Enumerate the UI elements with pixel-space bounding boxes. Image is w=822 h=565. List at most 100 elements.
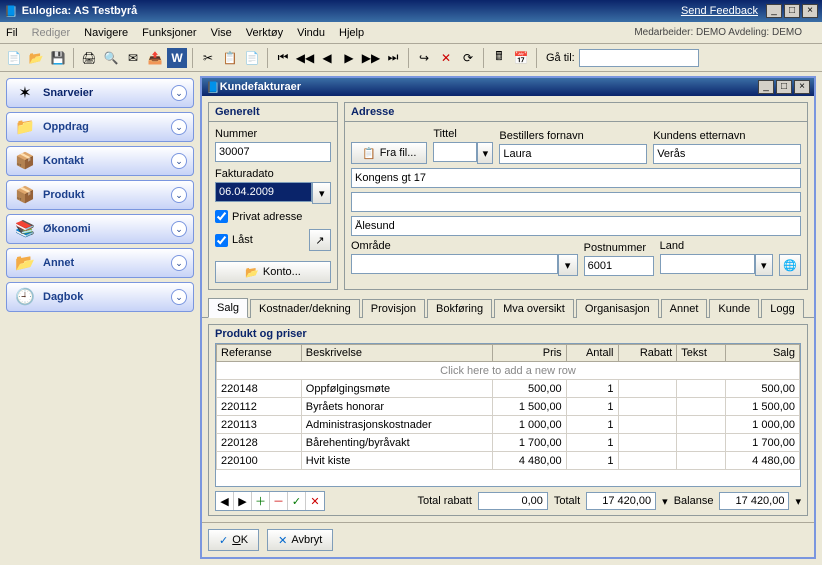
action1-icon[interactable]: ↪ <box>414 48 434 68</box>
word-icon[interactable]: W <box>167 48 187 68</box>
tab-logg[interactable]: Logg <box>761 299 803 318</box>
tab-organisasjon[interactable]: Organisasjon <box>576 299 659 318</box>
tittel-input[interactable] <box>433 142 477 162</box>
sidebar-item-oppdrag[interactable]: 📁Oppdrag⌄ <box>6 112 194 142</box>
last-checkbox[interactable] <box>215 234 228 247</box>
nummer-input[interactable] <box>215 142 331 162</box>
table-row[interactable]: 220128Bårehenting/byråvakt1 700,0011 700… <box>217 434 800 452</box>
tab-kunde[interactable]: Kunde <box>709 299 759 318</box>
sidebar-item-annet[interactable]: 📂Annet⌄ <box>6 248 194 278</box>
nav-prevpage-icon[interactable]: ◀◀ <box>295 48 315 68</box>
copy-icon[interactable]: 📋 <box>220 48 240 68</box>
tab-bokforing[interactable]: Bokføring <box>427 299 492 318</box>
close-button[interactable]: × <box>802 4 818 18</box>
col-salg[interactable]: Salg <box>726 345 800 362</box>
table-row[interactable]: 220112Byråets honorar1 500,0011 500,00 <box>217 398 800 416</box>
address-line1-input[interactable] <box>351 168 801 188</box>
send-feedback-link[interactable]: Send Feedback <box>681 5 758 17</box>
export-icon[interactable]: 📤 <box>145 48 165 68</box>
add-row[interactable]: Click here to add a new row <box>217 362 800 380</box>
menu-hjelp[interactable]: Hjelp <box>339 27 364 39</box>
calendar-icon[interactable]: 📅 <box>511 48 531 68</box>
table-row[interactable]: 220113Administrasjonskostnader1 000,0011… <box>217 416 800 434</box>
chevron-down-icon[interactable]: ⌄ <box>171 187 187 203</box>
table-row[interactable]: 220148Oppfølgingsmøte500,001500,00 <box>217 380 800 398</box>
maximize-button[interactable]: □ <box>784 4 800 18</box>
tab-salg[interactable]: Salg <box>208 298 248 318</box>
nav-prev-icon[interactable]: ◀ <box>317 48 337 68</box>
table-row[interactable]: 220100Hvit kiste4 480,0014 480,00 <box>217 452 800 470</box>
open-icon[interactable]: 📂 <box>26 48 46 68</box>
menu-vise[interactable]: Vise <box>211 27 232 39</box>
city-input[interactable] <box>351 216 801 236</box>
sidebar-item-okonomi[interactable]: 📚Økonomi⌄ <box>6 214 194 244</box>
chevron-down-icon[interactable]: ⌄ <box>171 85 187 101</box>
avbryt-button[interactable]: ✕Avbryt <box>267 529 333 551</box>
globe-icon[interactable]: 🌐 <box>779 254 801 276</box>
refresh-icon[interactable]: ⟳ <box>458 48 478 68</box>
col-antall[interactable]: Antall <box>566 345 618 362</box>
nav-last-icon[interactable]: ⏭ <box>383 48 403 68</box>
calc-icon[interactable]: 🖩 <box>489 48 509 68</box>
tab-annet[interactable]: Annet <box>661 299 708 318</box>
delete-icon[interactable]: ✕ <box>436 48 456 68</box>
menu-fil[interactable]: Fil <box>6 27 18 39</box>
chevron-down-icon[interactable]: ⌄ <box>171 221 187 237</box>
goto-input[interactable] <box>579 49 699 67</box>
inner-maximize-button[interactable]: □ <box>776 80 792 94</box>
menu-vindu[interactable]: Vindu <box>297 27 325 39</box>
etternavn-input[interactable] <box>653 144 801 164</box>
chevron-down-icon[interactable]: ⌄ <box>171 255 187 271</box>
menu-verktoy[interactable]: Verktøy <box>246 27 283 39</box>
nav-first-icon[interactable]: ⏮ <box>273 48 293 68</box>
sidebar-item-snarveier[interactable]: ✶Snarveier⌄ <box>6 78 194 108</box>
tittel-dropdown-icon[interactable]: ▾ <box>477 142 493 164</box>
last-action-icon[interactable]: ↗ <box>309 229 331 251</box>
grid-next-icon[interactable]: ▶ <box>234 492 252 510</box>
omrade-input[interactable] <box>351 254 558 274</box>
col-rabatt[interactable]: Rabatt <box>618 345 677 362</box>
totalt-dropdown-icon[interactable]: ▾ <box>662 495 668 508</box>
print-icon[interactable]: 🖨 <box>79 48 99 68</box>
nav-next-icon[interactable]: ▶ <box>339 48 359 68</box>
product-grid[interactable]: Referanse Beskrivelse Pris Antall Rabatt… <box>215 343 801 487</box>
col-ref[interactable]: Referanse <box>217 345 302 362</box>
inner-close-button[interactable]: × <box>794 80 810 94</box>
preview-icon[interactable]: 🔍 <box>101 48 121 68</box>
land-input[interactable] <box>660 254 755 274</box>
grid-prev-icon[interactable]: ◀ <box>216 492 234 510</box>
chevron-down-icon[interactable]: ⌄ <box>171 119 187 135</box>
ok-button[interactable]: ✓OOKK <box>208 529 259 551</box>
sidebar-item-produkt[interactable]: 📦Produkt⌄ <box>6 180 194 210</box>
date-dropdown-icon[interactable]: ▾ <box>312 182 331 204</box>
sidebar-item-kontakt[interactable]: 📦Kontakt⌄ <box>6 146 194 176</box>
tab-kostnader[interactable]: Kostnader/dekning <box>250 299 360 318</box>
col-tekst[interactable]: Tekst <box>677 345 726 362</box>
new-icon[interactable]: 📄 <box>4 48 24 68</box>
chevron-down-icon[interactable]: ⌄ <box>171 153 187 169</box>
inner-minimize-button[interactable]: _ <box>758 80 774 94</box>
postnr-input[interactable] <box>584 256 654 276</box>
mail-icon[interactable]: ✉ <box>123 48 143 68</box>
menu-rediger[interactable]: Rediger <box>32 27 71 39</box>
nav-nextpage-icon[interactable]: ▶▶ <box>361 48 381 68</box>
minimize-button[interactable]: _ <box>766 4 782 18</box>
grid-remove-icon[interactable]: － <box>270 492 288 510</box>
paste-icon[interactable]: 📄 <box>242 48 262 68</box>
privat-adresse-checkbox[interactable] <box>215 210 228 223</box>
tab-mva[interactable]: Mva oversikt <box>494 299 574 318</box>
balanse-dropdown-icon[interactable]: ▾ <box>795 495 801 508</box>
address-line2-input[interactable] <box>351 192 801 212</box>
omrade-dropdown-icon[interactable]: ▾ <box>558 254 578 276</box>
chevron-down-icon[interactable]: ⌄ <box>171 289 187 305</box>
menu-funksjoner[interactable]: Funksjoner <box>142 27 196 39</box>
save-icon[interactable]: 💾 <box>48 48 68 68</box>
sidebar-item-dagbok[interactable]: 🕘Dagbok⌄ <box>6 282 194 312</box>
menu-navigere[interactable]: Navigere <box>84 27 128 39</box>
grid-ok-icon[interactable]: ✓ <box>288 492 306 510</box>
grid-cancel-icon[interactable]: ✕ <box>306 492 324 510</box>
grid-add-icon[interactable]: ＋ <box>252 492 270 510</box>
fakturadato-input[interactable] <box>215 182 312 202</box>
col-pris[interactable]: Pris <box>493 345 567 362</box>
cut-icon[interactable]: ✂ <box>198 48 218 68</box>
